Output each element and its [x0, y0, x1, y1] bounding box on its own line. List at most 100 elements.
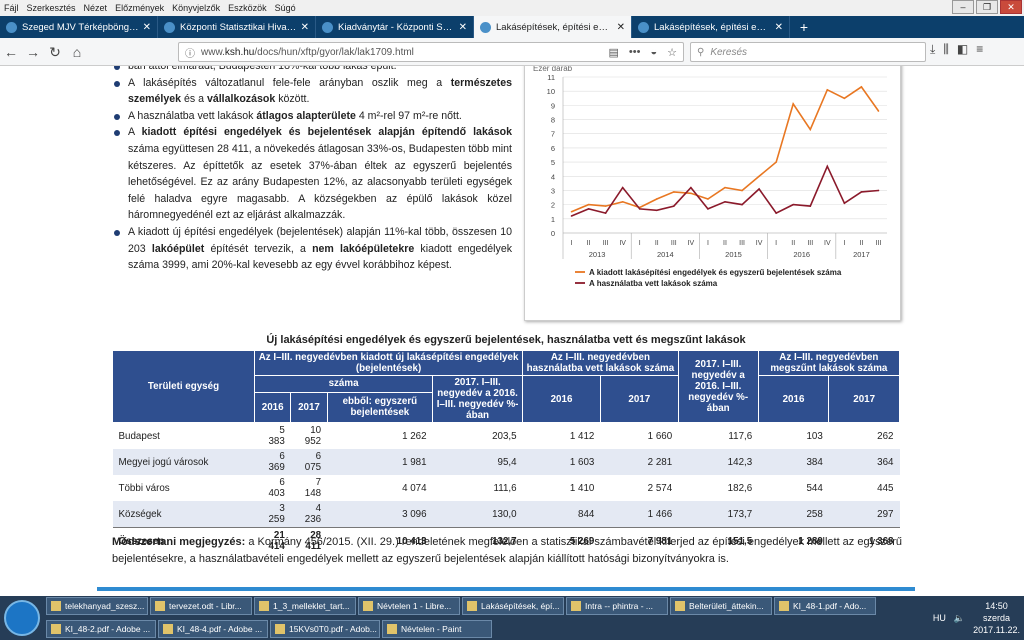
bookmark-star-icon[interactable]: ☆ [667, 46, 677, 59]
table-cell: 3 096 [327, 501, 433, 528]
tab-label: Központi Statisztikai Hivatal [180, 21, 297, 33]
y-tick-label: 3 [551, 186, 555, 195]
url-path: /docs/hun/xftp/gyor/lak/lak1709.html [254, 46, 414, 58]
browser-tab[interactable]: Lakásépítések, építési engedély ✕ [632, 16, 790, 38]
close-tab-icon[interactable]: ✕ [775, 22, 783, 33]
y-tick-label: 8 [551, 116, 555, 125]
year-label: 2017 [853, 250, 870, 259]
taskbar-app[interactable]: Lakásépítések, épí... [462, 597, 564, 615]
table-cell: 10 952 [304, 425, 322, 447]
volume-icon[interactable]: 🔈 [954, 613, 965, 624]
menu-item[interactable]: Nézet [84, 3, 108, 13]
header-2017-permits: 2017 [290, 391, 328, 424]
year-label: 2015 [725, 250, 742, 259]
browser-tab[interactable]: Lakásépítések, építési engedély ✕ [474, 16, 632, 38]
taskbar-app[interactable]: Névtelen 1 - Libre... [358, 597, 460, 615]
x-tick-label: IV [619, 240, 626, 247]
table-cell: 1 412 [569, 430, 595, 442]
data-point [587, 203, 590, 206]
favicon-icon [164, 21, 175, 33]
x-tick-label: II [655, 240, 659, 247]
reload-icon[interactable]: ↻ [44, 41, 66, 63]
x-tick-label: III [739, 240, 745, 247]
menu-item[interactable]: Fájl [4, 3, 19, 13]
app-icon [163, 624, 173, 634]
minimize-button[interactable]: – [952, 0, 974, 14]
start-button[interactable] [4, 600, 40, 636]
header-szama: száma [253, 375, 434, 393]
page-actions-icon[interactable]: ••• [629, 46, 641, 59]
data-point [843, 97, 846, 100]
back-icon[interactable]: ← [0, 41, 22, 63]
language-indicator[interactable]: HU [933, 613, 946, 623]
close-tab-icon[interactable]: ✕ [459, 22, 467, 33]
bullet-text: A használatba vett lakások [128, 109, 257, 122]
bullet-text: ban attól elmaradt, Budapesten 18%-kal t… [128, 66, 397, 72]
app-icon [779, 601, 789, 611]
legend-label: A használatba vett lakások száma [589, 279, 718, 288]
menu-item[interactable]: Szerkesztés [27, 3, 76, 13]
reader-view-icon[interactable]: ▤ [609, 46, 619, 59]
home-icon[interactable]: ⌂ [66, 41, 88, 63]
menu-item[interactable]: Súgó [275, 3, 296, 13]
taskbar-app[interactable]: tervezet.odt - Libr... [150, 597, 252, 615]
taskbar-app[interactable]: telekhanyad_szesz... [46, 597, 148, 615]
x-tick-label: II [723, 240, 727, 247]
x-tick-label: I [843, 240, 845, 247]
table-row: Budapest 5 383 10 952 1 262 203,5 1 412 1 660 1… [113, 423, 900, 450]
data-point [877, 110, 880, 112]
close-tab-icon[interactable]: ✕ [143, 22, 151, 33]
menu-item[interactable]: Könyvjelzők [172, 3, 220, 13]
app-icon [467, 601, 477, 611]
y-tick-label: 11 [547, 73, 555, 82]
table-cell: 7 148 [304, 477, 322, 499]
browser-tab[interactable]: Kiadványtár - Központi Statiszt ✕ [316, 16, 474, 38]
close-tab-icon[interactable]: ✕ [301, 22, 309, 33]
data-point [792, 103, 795, 105]
taskbar-app[interactable]: KI_48-4.pdf - Adobe ... [158, 620, 268, 638]
taskbar-app[interactable]: Belterületi_áttekin... [670, 597, 772, 615]
bullet-list: ban attól elmaradt, Budapesten 18%-kal t… [112, 66, 512, 274]
browser-tab[interactable]: Szeged MJV Térképböngésző ✕ [0, 16, 158, 38]
data-point [775, 212, 777, 214]
taskbar-app[interactable]: 1_3_melleklet_tart... [254, 597, 356, 615]
x-tick-label: IV [824, 240, 831, 247]
data-point [673, 205, 675, 207]
table-row: Többi város 6 403 7 148 4 074 111,6 1 410 2 57… [113, 475, 900, 501]
x-tick-label: II [791, 240, 795, 247]
menu-icon[interactable]: ≡ [976, 42, 983, 57]
url-bar[interactable]: ⓘ www. ksh.hu/docs/hun/xftp/gyor/lak/lak1… [178, 42, 684, 62]
menu-item[interactable]: Előzmények [115, 3, 164, 13]
data-point [809, 205, 812, 207]
library-icon[interactable]: ⫼ [943, 42, 949, 57]
taskbar-app[interactable]: Névtelen - Paint [382, 620, 492, 638]
taskbar-app[interactable]: KI_48-1.pdf - Ado... [774, 597, 876, 615]
clock[interactable]: 14:50 szerda 2017.11.22. [973, 600, 1020, 636]
taskbar-app[interactable]: KI_48-2.pdf - Adobe ... [46, 620, 156, 638]
menu-item[interactable]: Eszközök [228, 3, 267, 13]
x-tick-label: I [775, 240, 777, 247]
table-cell: 142,3 [678, 449, 759, 475]
data-point [758, 188, 760, 190]
pocket-icon[interactable]: ◒ [650, 46, 657, 59]
data-point [775, 161, 777, 163]
table-cell: 445 [877, 482, 894, 494]
sidebar-icon[interactable]: ◧ [957, 42, 968, 57]
browser-tab[interactable]: Központi Statisztikai Hivatal ✕ [158, 16, 316, 38]
info-icon[interactable]: ⓘ [185, 45, 195, 60]
table-cell: 111,6 [493, 482, 517, 494]
close-tab-icon[interactable]: ✕ [617, 22, 625, 33]
search-input[interactable]: ⚲ Keresés [690, 42, 926, 62]
restore-button[interactable]: ❐ [976, 0, 998, 14]
taskbar-app[interactable]: 15KVs0T0.pdf - Adob... [270, 620, 380, 638]
app-icon [571, 601, 581, 611]
data-point [621, 201, 624, 203]
close-window-button[interactable]: ✕ [1000, 0, 1022, 14]
chart-unit-label: Ezer darab [533, 66, 573, 73]
taskbar-app[interactable]: Intra -- phintra - ... [566, 597, 668, 615]
download-icon[interactable]: ⤓ [930, 42, 935, 57]
table-cell: 117,6 [728, 430, 753, 442]
forward-icon[interactable]: → [22, 41, 44, 63]
new-tab-button[interactable]: + [790, 16, 818, 38]
table-cell: 258 [758, 501, 829, 528]
